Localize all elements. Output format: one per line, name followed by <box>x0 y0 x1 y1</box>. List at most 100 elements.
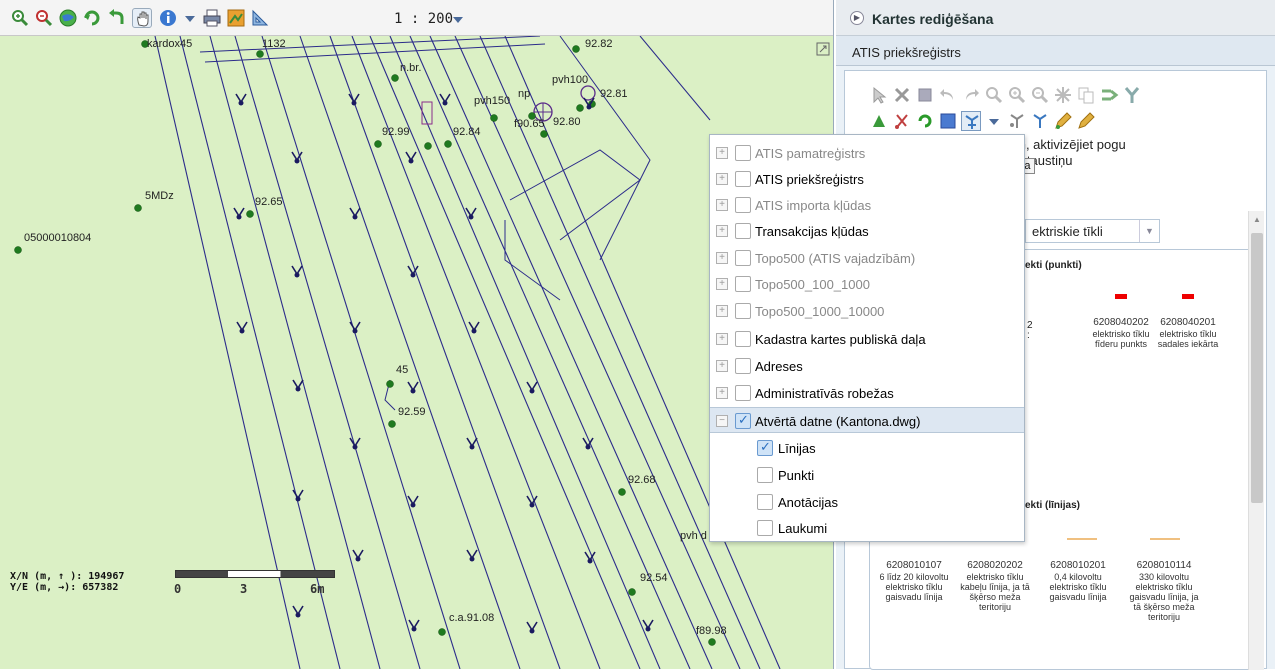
cut-icon[interactable] <box>892 111 912 131</box>
vertex-icon[interactable] <box>1053 85 1073 105</box>
undo-icon[interactable] <box>938 85 958 105</box>
expand-icon[interactable]: + <box>716 199 728 211</box>
back-icon[interactable] <box>106 8 126 28</box>
layer-row[interactable]: + Transakcijas kļūdas <box>710 218 1024 244</box>
pan-hand-icon[interactable] <box>132 8 152 28</box>
layer-row[interactable]: + Topo500 (ATIS vajadzībām) <box>710 245 1024 271</box>
layer-checkbox[interactable] <box>735 250 751 266</box>
zoom-out-icon[interactable] <box>34 8 54 28</box>
panel-header[interactable]: ▶ Kartes rediģēšana <box>836 0 1275 36</box>
map-label: pvh150 <box>474 95 511 107</box>
expand-icon[interactable]: + <box>716 305 728 317</box>
section-lines-title: ekti (līnijas) <box>1025 500 1081 511</box>
layer-checkbox[interactable] <box>735 303 751 319</box>
dropdown-icon[interactable] <box>180 8 200 28</box>
draw-pencil-icon[interactable] <box>1076 111 1096 131</box>
scale-label-3: 3 <box>240 582 248 596</box>
collapse-icon[interactable]: ▶ <box>850 11 864 25</box>
tree-marker <box>352 444 358 450</box>
map-label: 92.99 <box>382 126 410 138</box>
coord-xn: X/N (m, ↑ ): 194967 <box>10 571 125 582</box>
layer-row[interactable]: + Kadastra kartes publiskā daļa <box>710 326 1024 352</box>
legend-scrollbar[interactable]: ▲ <box>1248 211 1264 670</box>
layer-row[interactable]: + ATIS priekšreģistrs <box>710 166 1024 192</box>
scroll-thumb[interactable] <box>1251 233 1263 503</box>
survey-point <box>628 588 636 596</box>
polygon-icon[interactable] <box>938 111 958 131</box>
layer-checkbox[interactable] <box>735 171 751 187</box>
info-icon[interactable] <box>158 8 178 28</box>
select-box-icon[interactable] <box>915 85 935 105</box>
sublayer-checkbox[interactable] <box>757 520 773 536</box>
layer-checkbox[interactable] <box>735 412 751 429</box>
expand-icon[interactable]: + <box>716 333 728 345</box>
redo-icon[interactable] <box>961 85 981 105</box>
boundary-line <box>504 220 561 301</box>
snap-point-icon[interactable] <box>869 111 889 131</box>
chevron-down-icon[interactable] <box>452 12 464 23</box>
layer-row[interactable]: + Administratīvās robežas <box>710 380 1024 406</box>
layer-row-opened[interactable]: − Atvērtā datne (Kantona.dwg) <box>710 407 1024 433</box>
layer-row[interactable]: + Adreses <box>710 353 1024 379</box>
expand-icon[interactable]: + <box>716 252 728 264</box>
refresh-icon[interactable] <box>82 8 102 28</box>
sublayer-row[interactable]: Anotācijas <box>710 489 1024 515</box>
chevron-down-icon[interactable]: ▼ <box>1139 220 1159 242</box>
layer-row[interactable]: + ATIS importa kļūdas <box>710 192 1024 218</box>
select-arrow-icon[interactable] <box>869 85 889 105</box>
layer-checkbox[interactable] <box>735 358 751 374</box>
sublayer-checkbox[interactable] <box>757 439 773 456</box>
sublayer-row[interactable]: Laukumi <box>710 515 1024 541</box>
collapse-icon[interactable]: − <box>716 415 728 427</box>
measure-icon[interactable] <box>250 8 270 28</box>
copy-icon[interactable] <box>1076 85 1096 105</box>
edit-map-icon[interactable] <box>816 42 830 56</box>
trace-icon[interactable] <box>1007 111 1027 131</box>
expand-icon[interactable]: + <box>716 360 728 372</box>
expand-icon[interactable]: + <box>716 387 728 399</box>
layer-checkbox[interactable] <box>735 145 751 161</box>
sublayer-checkbox[interactable] <box>757 494 773 510</box>
split-icon[interactable] <box>1122 85 1142 105</box>
legend-desc: 0,4 kilovoltu elektrisko tīklu gaisvadu … <box>1049 572 1107 602</box>
expand-icon[interactable]: + <box>716 225 728 237</box>
tree-marker <box>529 502 535 508</box>
tree-marker <box>295 612 301 618</box>
dropdown-icon[interactable] <box>984 111 1004 131</box>
layer-row[interactable]: + ATIS pamatreģistrs <box>710 140 1024 166</box>
zoom-in-feature-icon[interactable] <box>1007 85 1027 105</box>
expand-icon[interactable]: + <box>716 147 728 159</box>
rotate-icon[interactable] <box>915 111 935 131</box>
edit-pencil-icon[interactable] <box>1053 111 1073 131</box>
extend-icon[interactable] <box>1030 111 1050 131</box>
zoom-out-feature-icon[interactable] <box>1030 85 1050 105</box>
sublayer-row[interactable]: Līnijas <box>710 435 1024 461</box>
layer-checkbox[interactable] <box>735 385 751 401</box>
layer-checkbox[interactable] <box>735 276 751 292</box>
layer-checkbox[interactable] <box>735 197 751 213</box>
map-export-icon[interactable] <box>226 8 246 28</box>
print-icon[interactable] <box>202 8 222 28</box>
sublayer-checkbox[interactable] <box>757 467 773 483</box>
sublayer-row[interactable]: Punkti <box>710 462 1024 488</box>
zoom-in-icon[interactable] <box>10 8 30 28</box>
legend-tab-select[interactable]: ektriskie tīkli ▼ <box>1025 219 1160 243</box>
layer-label: Atvērtā datne (Kantona.dwg) <box>755 414 921 429</box>
layer-checkbox[interactable] <box>735 223 751 239</box>
globe-icon[interactable] <box>58 8 78 28</box>
scroll-up-icon[interactable]: ▲ <box>1253 215 1261 224</box>
scale-select[interactable]: 1 : 200 <box>394 11 453 27</box>
expand-icon[interactable]: + <box>716 278 728 290</box>
survey-point <box>576 104 584 112</box>
layer-checkbox[interactable] <box>735 331 751 347</box>
survey-point <box>540 130 548 138</box>
tree-marker <box>442 100 448 106</box>
delete-icon[interactable] <box>892 85 912 105</box>
expand-icon[interactable]: + <box>716 173 728 185</box>
zoom-icon[interactable] <box>984 85 1004 105</box>
layer-row[interactable]: + Topo500_1000_10000 <box>710 298 1024 324</box>
layer-label: Transakcijas kļūdas <box>755 224 869 239</box>
layer-row[interactable]: + Topo500_100_1000 <box>710 271 1024 297</box>
merge-icon[interactable] <box>1099 85 1119 105</box>
snapping-icon[interactable] <box>961 111 981 131</box>
